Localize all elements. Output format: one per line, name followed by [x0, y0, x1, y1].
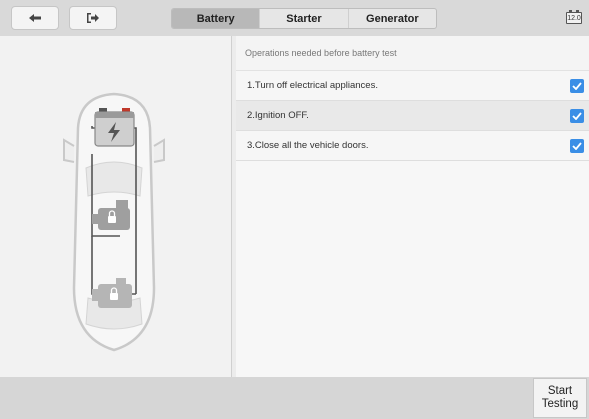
checkbox-checked[interactable]: [570, 108, 584, 123]
car-top-view-icon: [63, 92, 165, 352]
tab-starter[interactable]: Starter: [260, 9, 349, 28]
battery-voltage-value: 12.0: [567, 14, 581, 22]
tab-generator[interactable]: Generator: [349, 9, 436, 28]
exit-icon: [87, 13, 99, 23]
checklist-item[interactable]: 1.Turn off electrical appliances.: [236, 71, 589, 101]
bottom-toolbar: Start Testing: [0, 377, 589, 419]
back-button[interactable]: [11, 6, 59, 30]
checklist-item-label: 2.Ignition OFF.: [247, 110, 309, 121]
arrow-left-icon: [29, 14, 41, 22]
checklist-panel: Operations needed before battery test 1.…: [236, 36, 589, 377]
checklist-item[interactable]: 3.Close all the vehicle doors.: [236, 131, 589, 161]
checkbox-checked[interactable]: [570, 78, 584, 93]
checklist-header: Operations needed before battery test: [236, 36, 589, 71]
top-toolbar: Battery Starter Generator 12.0: [0, 0, 589, 36]
checkmark-icon: [572, 111, 582, 120]
vehicle-illustration-panel: [0, 36, 232, 377]
checkmark-icon: [572, 141, 582, 150]
checkbox-checked[interactable]: [570, 138, 584, 153]
test-type-tabs: Battery Starter Generator: [171, 8, 437, 29]
start-testing-button[interactable]: Start Testing: [533, 378, 587, 418]
start-testing-label-line1: Start: [547, 385, 573, 397]
battery-voltage-icon: 12.0: [566, 10, 582, 24]
exit-button[interactable]: [69, 6, 117, 30]
checklist-item[interactable]: 2.Ignition OFF.: [236, 101, 589, 131]
tab-battery[interactable]: Battery: [172, 9, 261, 28]
car-diagram: [58, 88, 170, 356]
checkmark-icon: [572, 81, 582, 90]
start-testing-label-line2: Testing: [541, 398, 579, 410]
checklist-item-label: 3.Close all the vehicle doors.: [247, 140, 369, 151]
checklist-item-label: 1.Turn off electrical appliances.: [247, 80, 378, 91]
